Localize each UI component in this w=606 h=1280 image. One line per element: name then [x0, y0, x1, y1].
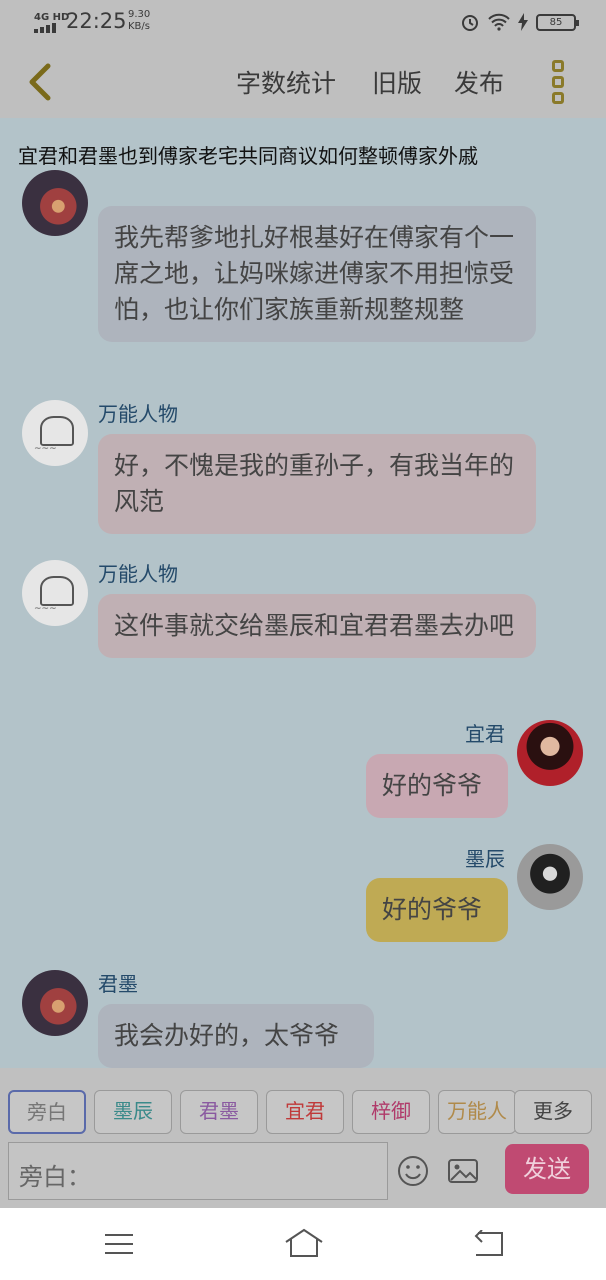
more-characters-button[interactable]: 更多	[514, 1090, 592, 1134]
message-bubble: 这件事就交给墨辰和宜君君墨去办吧	[98, 594, 536, 658]
message-bubble: 好的爷爷	[366, 878, 508, 942]
emoji-icon[interactable]	[396, 1154, 430, 1188]
speaker-name: 墨辰	[465, 847, 505, 871]
top-bar: 字数统计 旧版 发布	[0, 46, 606, 118]
network-type: 4G HD	[34, 12, 70, 23]
status-bar: 4G HD 22:25 9.30 KB/s 85	[0, 0, 606, 46]
scene-title: 宜君和君墨也到傅家老宅共同商议如何整顿傅家外戚	[18, 144, 478, 168]
message-bubble: 好的爷爷	[366, 754, 508, 818]
avatar-mochen[interactable]	[517, 844, 583, 910]
publish-button[interactable]: 发布	[454, 64, 504, 100]
avatar-wanneng[interactable]	[22, 560, 88, 626]
system-nav-bar	[0, 1208, 606, 1280]
back-icon[interactable]	[472, 1230, 504, 1258]
character-chip[interactable]: 万能人	[438, 1090, 516, 1134]
net-speed: 9.30 KB/s	[128, 9, 151, 32]
avatar-junmo[interactable]	[22, 970, 88, 1036]
speaker-name: 宜君	[465, 722, 505, 746]
old-version-button[interactable]: 旧版	[372, 64, 422, 100]
charging-icon	[518, 13, 528, 31]
home-icon[interactable]	[284, 1228, 324, 1258]
more-dots-icon[interactable]	[548, 60, 568, 108]
speaker-name: 君墨	[98, 972, 138, 996]
character-chip[interactable]: 宜君	[266, 1090, 344, 1134]
avatar-junmo[interactable]	[22, 170, 88, 236]
alarm-icon	[462, 15, 478, 31]
menu-icon[interactable]	[104, 1232, 134, 1256]
message-bubble: 好，不愧是我的重孙子，有我当年的风范	[98, 434, 536, 534]
word-count-button[interactable]: 字数统计	[236, 64, 336, 100]
chevron-left-icon[interactable]	[22, 60, 62, 104]
battery-icon: 85	[536, 13, 579, 31]
character-chip[interactable]: 君墨	[180, 1090, 258, 1134]
wifi-icon	[488, 13, 510, 31]
avatar-wanneng[interactable]	[22, 400, 88, 466]
image-icon[interactable]	[446, 1154, 480, 1188]
avatar-yijun[interactable]	[517, 720, 583, 786]
chat-area[interactable]: 宜君和君墨也到傅家老宅共同商议如何整顿傅家外戚 我先帮爹地扎好根基好在傅家有个一…	[0, 118, 606, 1068]
message-bubble: 我会办好的，太爷爷	[98, 1004, 374, 1068]
speaker-name: 万能人物	[98, 402, 178, 426]
composer-panel: 旁白 墨辰 君墨 宜君 梓御 万能人 更多 旁白： 发送	[0, 1068, 606, 1208]
clock: 22:25	[66, 9, 127, 33]
speaker-name: 万能人物	[98, 562, 178, 586]
send-button[interactable]: 发送	[505, 1144, 589, 1194]
signal-icon	[34, 23, 58, 33]
character-chip[interactable]: 梓御	[352, 1090, 430, 1134]
character-chip[interactable]: 墨辰	[94, 1090, 172, 1134]
message-bubble: 我先帮爹地扎好根基好在傅家有个一席之地，让妈咪嫁进傅家不用担惊受怕，也让你们家族…	[98, 206, 536, 342]
message-input[interactable]: 旁白：	[8, 1142, 388, 1200]
character-chip[interactable]: 旁白	[8, 1090, 86, 1134]
